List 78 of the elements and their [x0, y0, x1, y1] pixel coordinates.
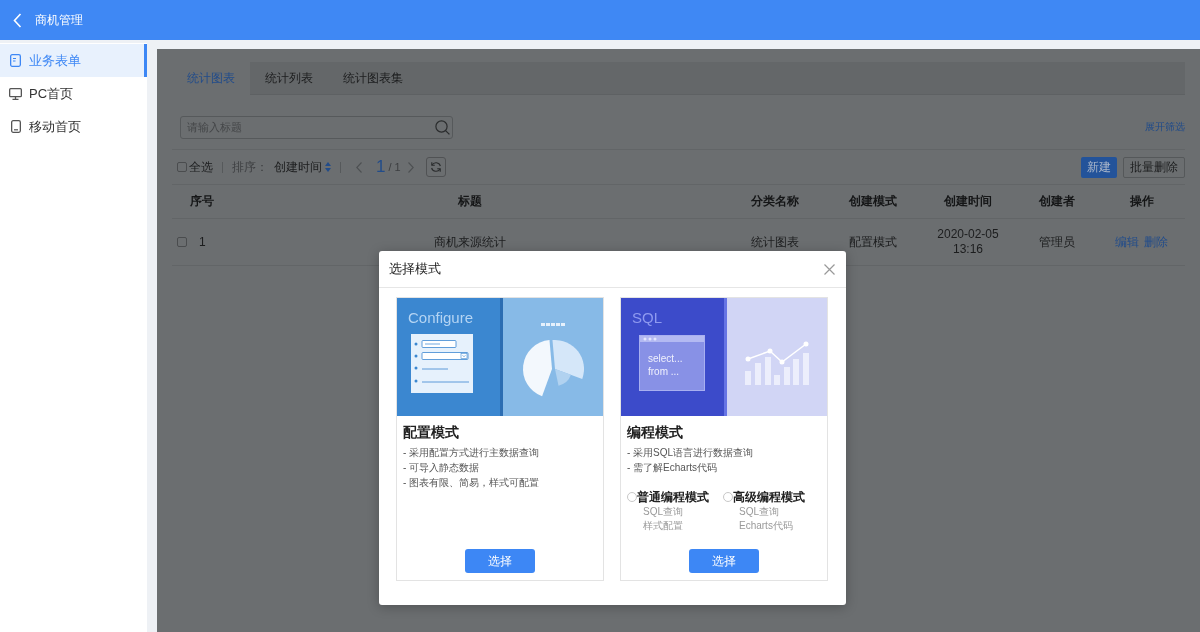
column-header: 创建模式 — [848, 194, 897, 209]
column-header: 创建时间 — [944, 194, 992, 209]
sort-select[interactable]: 创建时间 — [274, 158, 331, 176]
chevron-right-icon[interactable] — [407, 161, 414, 173]
dialog-title: 选择模式 — [389, 260, 441, 278]
description-line: - 采用配置方式进行主数据查询 — [403, 446, 541, 460]
table-cell: 统计图表 — [751, 234, 799, 250]
table-cell-text: 2020-02-05 13:16 — [936, 227, 1000, 257]
chart-bar — [755, 363, 761, 385]
code-line: select... — [648, 352, 683, 365]
search-icon[interactable] — [435, 119, 450, 135]
illustration-title: Configure — [408, 309, 474, 326]
chart-bar — [784, 367, 790, 385]
column-header: 操作 — [1129, 194, 1154, 209]
chart-bar — [745, 371, 751, 385]
chart-bar — [765, 357, 771, 385]
select-all-label: 全选 — [189, 158, 213, 176]
option-label: 高级编程模式 — [733, 489, 805, 505]
data-point — [767, 348, 773, 354]
page-title: 商机管理 — [35, 11, 83, 29]
chart-bar — [803, 353, 809, 385]
tablet-icon — [10, 120, 21, 133]
nav-item[interactable]: PC首页 — [0, 77, 147, 110]
data-point — [779, 359, 785, 365]
description-line: - 可导入静态数据 — [403, 461, 481, 475]
table-cell: 配置模式 — [848, 234, 897, 250]
nav-item[interactable]: 业务表单 — [0, 44, 147, 77]
select-button[interactable]: 选择 — [465, 549, 535, 573]
nav-item[interactable]: 移动首页 — [0, 110, 147, 143]
refresh-icon — [429, 161, 442, 173]
table-cell: 商机来源统计 — [434, 234, 506, 250]
option-note: Echarts代码 — [738, 519, 794, 533]
chart-bar — [793, 359, 799, 385]
card-title: 编程模式 — [627, 423, 684, 441]
description-line: - 采用SQL语言进行数据查询 — [627, 446, 755, 460]
radio-button[interactable] — [723, 492, 733, 502]
column-header: 创建者 — [1039, 194, 1075, 209]
table-cell: 管理员 — [1039, 234, 1075, 250]
secondary-button[interactable]: 批量删除 — [1123, 156, 1185, 178]
action-link[interactable]: 删除 — [1144, 234, 1168, 250]
chart-bar — [774, 375, 780, 385]
option-note: SQL查询 — [738, 505, 780, 519]
select-all-checkbox[interactable] — [177, 162, 187, 172]
option-label: 普通编程模式 — [637, 489, 709, 505]
window-controls-icon — [643, 337, 657, 341]
data-point — [803, 341, 809, 347]
description-line: - 需了解Echarts代码 — [627, 461, 718, 475]
illustration-title: SQL — [632, 309, 662, 326]
chevron-left-icon[interactable] — [356, 161, 362, 173]
dashed-line-icon — [541, 323, 565, 326]
option-note: SQL查询 — [642, 505, 684, 519]
select-button[interactable]: 选择 — [689, 549, 759, 573]
action-link[interactable]: 编辑 — [1115, 234, 1139, 250]
sort-icon — [325, 162, 331, 172]
current-page: 1 — [376, 157, 386, 177]
close-icon[interactable] — [824, 263, 835, 275]
expand-filter-link[interactable]: 展开筛选 — [1145, 120, 1185, 134]
document-icon — [10, 54, 21, 67]
trend-line — [747, 343, 807, 363]
monitor-icon — [9, 87, 22, 100]
description-line: - 图表有限、简易，样式可配置 — [403, 476, 541, 490]
primary-button[interactable]: 新建 — [1081, 156, 1117, 178]
tab[interactable]: 统计图表 — [172, 62, 250, 95]
column-header: 标题 — [458, 194, 482, 209]
table-cell: 1 — [199, 234, 206, 250]
card-title: 配置模式 — [403, 423, 460, 441]
radio-button[interactable] — [627, 492, 637, 502]
data-point — [745, 356, 751, 362]
tab[interactable]: 统计列表 — [250, 62, 328, 95]
back-icon[interactable] — [13, 12, 22, 28]
refresh-button[interactable] — [425, 157, 446, 177]
tab[interactable]: 统计图表集 — [328, 62, 418, 95]
row-checkbox[interactable] — [177, 237, 187, 247]
column-header: 序号 — [190, 194, 214, 209]
code-line: from ... — [648, 365, 680, 378]
column-header: 分类名称 — [751, 194, 799, 209]
form-drawing — [411, 334, 473, 393]
option-note: 样式配置 — [642, 519, 684, 533]
